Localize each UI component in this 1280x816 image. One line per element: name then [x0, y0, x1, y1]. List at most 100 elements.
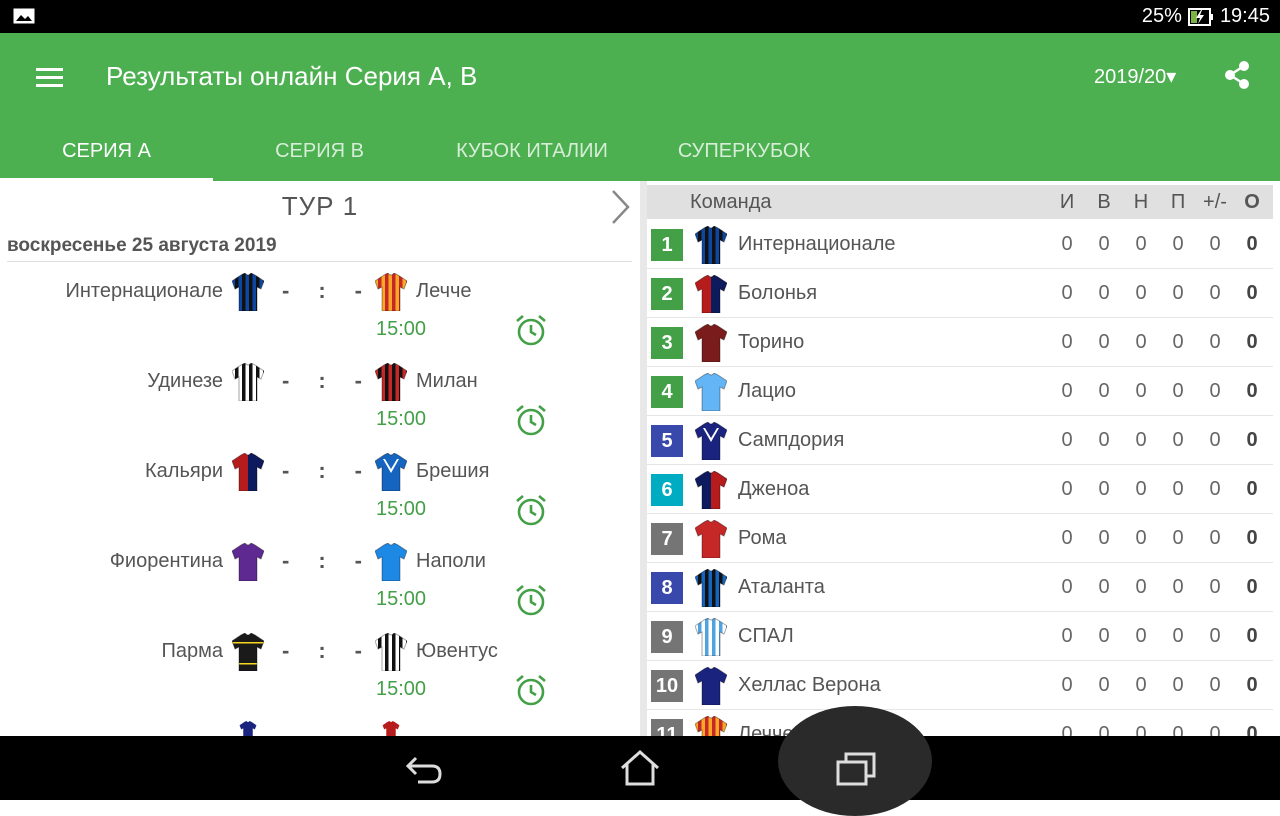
alarm-clock-icon[interactable]	[514, 403, 548, 437]
header-points: О	[1244, 191, 1260, 213]
stat-pts: 0	[1246, 380, 1258, 402]
team-name: Аталанта	[738, 576, 825, 598]
stat-gd: 0	[1209, 576, 1221, 598]
stat-w: 0	[1098, 380, 1110, 402]
stat-w: 0	[1098, 331, 1110, 353]
clock: 19:45	[1219, 5, 1270, 27]
stat-l: 0	[1172, 331, 1184, 353]
stat-w: 0	[1098, 282, 1110, 304]
stat-p: 0	[1061, 576, 1073, 598]
season-selector[interactable]: 2019/20▾	[1094, 64, 1176, 89]
match-row[interactable]: Фиорентина - : - Наполи 15:00	[0, 541, 640, 631]
stat-d: 0	[1135, 625, 1147, 647]
stat-p: 0	[1061, 527, 1073, 549]
alarm-clock-icon[interactable]	[514, 313, 548, 347]
home-jersey-icon	[231, 452, 265, 492]
team-name: Болонья	[738, 282, 818, 304]
position-badge: 8	[651, 572, 683, 604]
stat-d: 0	[1135, 576, 1147, 598]
alarm-clock-icon[interactable]	[514, 583, 548, 617]
stat-gd: 0	[1209, 331, 1221, 353]
tab-serie-b[interactable]: СЕРИЯ В	[213, 121, 426, 181]
status-bar: 25% 19:45	[0, 0, 1280, 33]
match-row[interactable]: Парма - : - Ювентус 15:00	[0, 631, 640, 721]
home-jersey-icon	[231, 272, 265, 312]
stat-d: 0	[1135, 674, 1147, 696]
away-team-name: Наполи	[416, 550, 486, 572]
header-won: В	[1097, 191, 1111, 213]
standings-row[interactable]: 1 Интернационале 0 0 0 0 0 0	[647, 219, 1273, 269]
tab-coppa-italia[interactable]: КУБОК ИТАЛИИ	[426, 121, 638, 181]
home-icon[interactable]	[618, 748, 662, 788]
tab-supercoppa[interactable]: СУПЕРКУБОК	[638, 121, 850, 181]
kickoff-time: 15:00	[376, 498, 427, 520]
home-jersey-icon	[231, 542, 265, 582]
standings-row[interactable]: 5 Сампдория 0 0 0 0 0 0	[647, 415, 1273, 465]
away-jersey-icon	[374, 542, 408, 582]
stat-w: 0	[1098, 478, 1110, 500]
stat-pts: 0	[1246, 723, 1258, 736]
stat-gd: 0	[1209, 478, 1221, 500]
stat-d: 0	[1135, 233, 1147, 255]
standings-row[interactable]: 11 Лечче 0 0 0 0 0 0	[647, 709, 1273, 736]
stat-pts: 0	[1246, 282, 1258, 304]
away-score: -	[354, 368, 362, 393]
standings-header: Команда И В Н П +/- О	[647, 185, 1273, 219]
team-name: Хеллас Верона	[738, 674, 881, 696]
position-badge: 11	[651, 719, 683, 736]
position-badge: 3	[651, 327, 683, 359]
standings-row[interactable]: 2 Болонья 0 0 0 0 0 0	[647, 268, 1273, 318]
stat-w: 0	[1098, 233, 1110, 255]
stat-w: 0	[1098, 429, 1110, 451]
stat-pts: 0	[1246, 674, 1258, 696]
share-icon[interactable]	[1223, 60, 1251, 90]
stat-l: 0	[1172, 674, 1184, 696]
stat-d: 0	[1135, 478, 1147, 500]
team-name: Дженоа	[738, 478, 810, 500]
stat-pts: 0	[1246, 478, 1258, 500]
stat-l: 0	[1172, 625, 1184, 647]
away-team-name: Лечче	[416, 280, 472, 302]
home-team-name: Интернационале	[65, 280, 223, 302]
home-team-name: Удинезе	[147, 370, 223, 392]
standings-row[interactable]: 7 Рома 0 0 0 0 0 0	[647, 513, 1273, 563]
stat-gd: 0	[1209, 429, 1221, 451]
standings-row[interactable]: 3 Торино 0 0 0 0 0 0	[647, 317, 1273, 367]
league-tabs: СЕРИЯ А СЕРИЯ В КУБОК ИТАЛИИ СУПЕРКУБОК	[0, 121, 840, 181]
away-score: -	[354, 458, 362, 483]
score-separator: :	[318, 548, 326, 573]
position-badge: 9	[651, 621, 683, 653]
alarm-clock-icon[interactable]	[514, 493, 548, 527]
stat-l: 0	[1172, 576, 1184, 598]
header-team: Команда	[690, 191, 772, 213]
chevron-right-icon[interactable]	[608, 187, 632, 227]
match-row[interactable]: Интернационале - : - Лечче 15:00	[0, 271, 640, 361]
standings-row[interactable]: 6 Дженоа 0 0 0 0 0 0	[647, 464, 1273, 514]
home-team-name: Кальяри	[145, 460, 223, 482]
divider	[7, 261, 632, 262]
round-title: ТУР 1	[281, 191, 359, 221]
home-score: -	[282, 458, 290, 483]
hamburger-icon[interactable]	[36, 66, 63, 88]
score-separator: :	[318, 458, 326, 483]
stat-pts: 0	[1246, 429, 1258, 451]
team-name: Лечче	[738, 723, 794, 736]
battery-charging-icon	[1187, 7, 1213, 26]
stat-l: 0	[1172, 478, 1184, 500]
home-score: -	[282, 368, 290, 393]
match-row[interactable]: Удинезе - : - Милан 15:00	[0, 361, 640, 451]
alarm-clock-icon[interactable]	[514, 673, 548, 707]
standings-row[interactable]: 9 СПАЛ 0 0 0 0 0 0	[647, 611, 1273, 661]
match-row[interactable]: Кальяри - : - Брешия 15:00	[0, 451, 640, 541]
back-icon[interactable]	[402, 748, 446, 788]
position-badge: 4	[651, 376, 683, 408]
tab-serie-a[interactable]: СЕРИЯ А	[0, 121, 213, 181]
standings-row[interactable]: 4 Лацио 0 0 0 0 0 0	[647, 366, 1273, 416]
app-title: Результаты онлайн Серия А, В	[106, 61, 478, 91]
header-goal-diff: +/-	[1203, 191, 1227, 213]
standings-row[interactable]: 10 Хеллас Верона 0 0 0 0 0 0	[647, 660, 1273, 710]
recents-icon[interactable]	[834, 748, 878, 788]
stat-pts: 0	[1246, 233, 1258, 255]
standings-row[interactable]: 8 Аталанта 0 0 0 0 0 0	[647, 562, 1273, 612]
position-badge: 7	[651, 523, 683, 555]
